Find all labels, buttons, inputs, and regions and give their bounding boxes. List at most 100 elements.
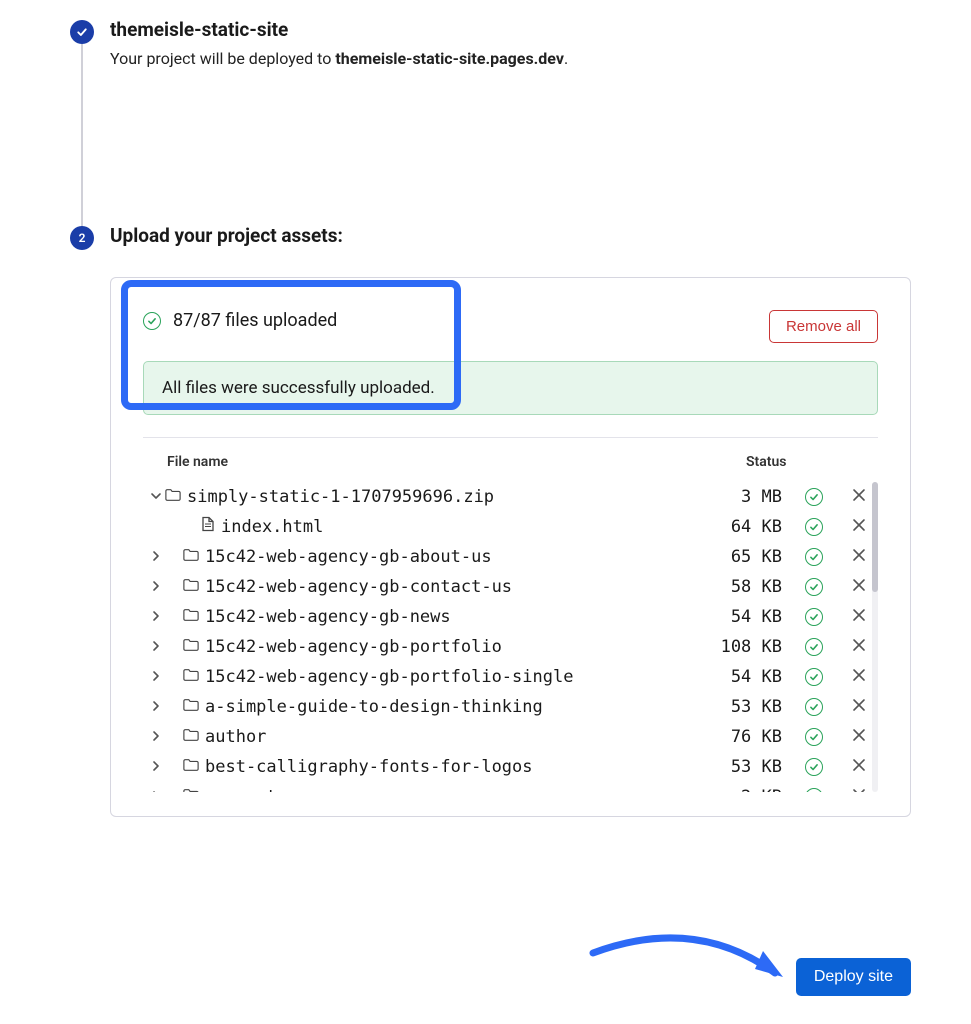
file-name: author — [205, 724, 266, 750]
upload-panel: 87/87 files uploaded Remove all All file… — [110, 277, 911, 817]
file-remove-button[interactable] — [826, 574, 866, 600]
chevron-right-icon[interactable] — [147, 694, 165, 720]
folder-icon — [183, 604, 205, 630]
chevron-right-icon[interactable] — [147, 604, 165, 630]
file-size: 108 KB — [682, 634, 782, 660]
folder-icon — [183, 724, 205, 750]
step1-desc-prefix: Your project will be deployed to — [110, 49, 335, 68]
folder-icon — [183, 544, 205, 570]
file-name: 15c42-web-agency-gb-news — [205, 604, 451, 630]
file-size: 76 KB — [682, 724, 782, 750]
folder-icon — [165, 484, 187, 510]
file-size: 2 KB — [682, 784, 782, 792]
file-size: 64 KB — [682, 514, 782, 540]
file-size: 65 KB — [682, 544, 782, 570]
file-icon — [201, 514, 221, 540]
file-row: 15c42-web-agency-gb-portfolio 108 KB — [143, 632, 878, 662]
file-row: comments 2 KB — [143, 782, 878, 792]
chevron-right-icon[interactable] — [147, 574, 165, 600]
folder-icon — [183, 754, 205, 780]
file-status-icon — [802, 724, 826, 750]
file-status-icon — [802, 754, 826, 780]
file-status-icon — [802, 574, 826, 600]
folder-icon — [183, 574, 205, 600]
file-status-icon — [802, 664, 826, 690]
chevron-right-icon[interactable] — [147, 784, 165, 792]
file-remove-button[interactable] — [826, 754, 866, 780]
chevron-right-icon[interactable] — [147, 544, 165, 570]
step2-indicator: 2 — [70, 226, 94, 250]
file-status-icon — [802, 514, 826, 540]
step1-title: themeisle-static-site — [110, 18, 911, 41]
file-remove-button[interactable] — [826, 514, 866, 540]
upload-status-text: 87/87 files uploaded — [173, 310, 337, 331]
file-table: File name Status simply-static-1-1707959… — [143, 437, 878, 792]
file-size: 53 KB — [682, 754, 782, 780]
chevron-right-icon[interactable] — [147, 664, 165, 690]
file-size: 54 KB — [682, 664, 782, 690]
file-row: author 76 KB — [143, 722, 878, 752]
file-row: index.html 64 KB — [143, 512, 878, 542]
success-banner: All files were successfully uploaded. — [143, 361, 878, 415]
file-name: a-simple-guide-to-design-thinking — [205, 694, 543, 720]
folder-icon — [183, 694, 205, 720]
file-status-icon — [802, 484, 826, 510]
file-status-icon — [802, 694, 826, 720]
chevron-down-icon[interactable] — [147, 484, 165, 510]
file-name: 15c42-web-agency-gb-portfolio-single — [205, 664, 573, 690]
file-status-icon — [802, 634, 826, 660]
chevron-right-icon[interactable] — [147, 724, 165, 750]
file-remove-button[interactable] — [826, 724, 866, 750]
chevron-right-icon[interactable] — [147, 754, 165, 780]
file-remove-button[interactable] — [826, 694, 866, 720]
scrollbar-thumb[interactable] — [872, 482, 878, 592]
file-status-icon — [802, 544, 826, 570]
file-remove-button[interactable] — [826, 604, 866, 630]
file-remove-button[interactable] — [826, 664, 866, 690]
col-header-status: Status — [746, 454, 866, 470]
file-row: 15c42-web-agency-gb-portfolio-single 54 … — [143, 662, 878, 692]
file-size: 53 KB — [682, 694, 782, 720]
file-name: 15c42-web-agency-gb-about-us — [205, 544, 492, 570]
file-remove-button[interactable] — [826, 484, 866, 510]
check-circle-icon — [143, 312, 161, 330]
step1-indicator — [70, 20, 94, 44]
remove-all-button[interactable]: Remove all — [769, 310, 878, 343]
file-remove-button[interactable] — [826, 544, 866, 570]
folder-icon — [183, 634, 205, 660]
file-name: 15c42-web-agency-gb-portfolio — [205, 634, 502, 660]
file-row: best-calligraphy-fonts-for-logos 53 KB — [143, 752, 878, 782]
step1-desc-suffix: . — [564, 49, 568, 68]
file-status-icon — [802, 604, 826, 630]
file-row: 15c42-web-agency-gb-contact-us 58 KB — [143, 572, 878, 602]
step-connector-line — [81, 44, 83, 240]
scrollbar-track[interactable] — [872, 482, 878, 792]
folder-icon — [183, 784, 205, 792]
step2-number: 2 — [79, 231, 86, 245]
upload-status: 87/87 files uploaded — [143, 310, 337, 331]
file-name: best-calligraphy-fonts-for-logos — [205, 754, 533, 780]
step2-title: Upload your project assets: — [110, 224, 911, 247]
step1-description: Your project will be deployed to themeis… — [110, 49, 911, 68]
file-size: 3 MB — [682, 484, 782, 510]
col-header-filename: File name — [167, 454, 746, 470]
file-name: comments — [205, 784, 287, 792]
chevron-right-icon[interactable] — [147, 634, 165, 660]
file-remove-button[interactable] — [826, 784, 866, 792]
file-row: 15c42-web-agency-gb-news 54 KB — [143, 602, 878, 632]
file-name: simply-static-1-1707959696.zip — [187, 484, 494, 510]
file-name: index.html — [221, 514, 323, 540]
file-row: a-simple-guide-to-design-thinking 53 KB — [143, 692, 878, 722]
file-remove-button[interactable] — [826, 634, 866, 660]
file-size: 58 KB — [682, 574, 782, 600]
deploy-site-button[interactable]: Deploy site — [796, 958, 911, 996]
step1-desc-domain: themeisle-static-site.pages.dev — [335, 49, 564, 68]
checkmark-icon — [76, 26, 88, 38]
file-row: 15c42-web-agency-gb-about-us 65 KB — [143, 542, 878, 572]
file-size: 54 KB — [682, 604, 782, 630]
file-status-icon — [802, 784, 826, 792]
file-name: 15c42-web-agency-gb-contact-us — [205, 574, 512, 600]
arrow-icon — [585, 925, 795, 995]
folder-icon — [183, 664, 205, 690]
file-row: simply-static-1-1707959696.zip 3 MB — [143, 482, 878, 512]
